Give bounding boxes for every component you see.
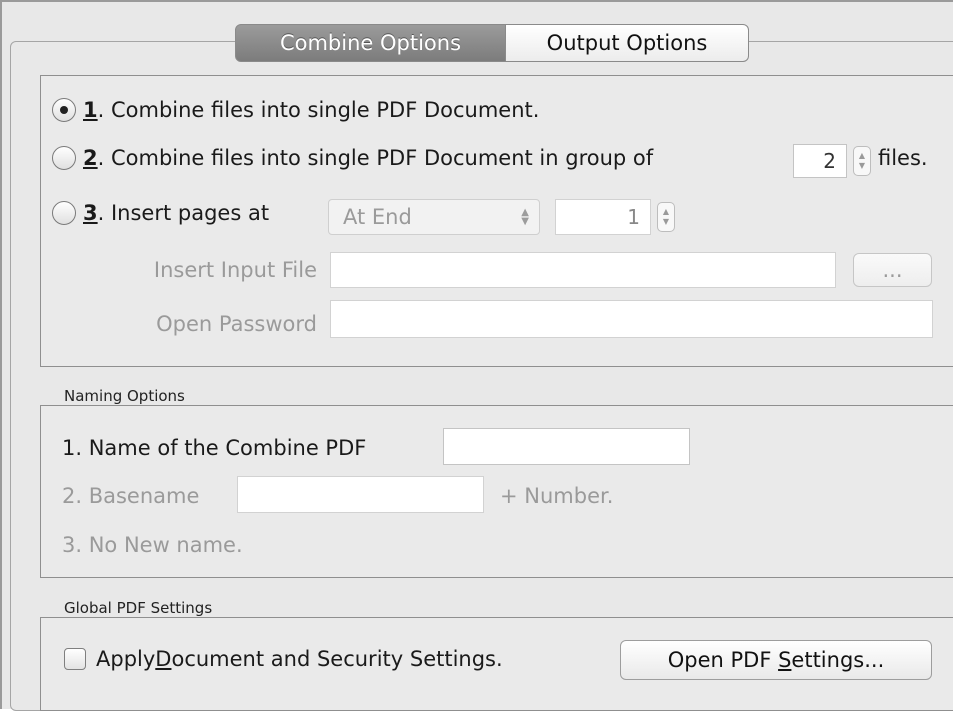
tab-combine-options[interactable]: Combine Options bbox=[235, 24, 506, 62]
insert-position-value: At End bbox=[343, 205, 412, 229]
select-arrows-icon: ▲ ▼ bbox=[521, 207, 529, 227]
option-label: . Insert pages at bbox=[97, 201, 270, 225]
combine-option-3[interactable]: 3. Insert pages at bbox=[52, 201, 269, 225]
option-label: . Combine files into single PDF Document… bbox=[97, 146, 654, 170]
browse-file-button[interactable]: ... bbox=[853, 253, 932, 287]
group-count-field[interactable]: 2 bbox=[793, 144, 847, 178]
combine-option-1[interactable]: 1. Combine files into single PDF Documen… bbox=[52, 98, 539, 122]
insert-position-select[interactable]: At End ▲ ▼ bbox=[328, 199, 540, 235]
combine-pdf-name-field[interactable] bbox=[443, 428, 690, 465]
open-password-field[interactable] bbox=[330, 300, 933, 338]
apply-settings-checkbox-row[interactable]: Apply Document and Security Settings. bbox=[64, 647, 503, 671]
combine-dialog: Combine Options Output Options 1. Combin… bbox=[0, 0, 953, 711]
combine-option-2[interactable]: 2. Combine files into single PDF Documen… bbox=[52, 146, 653, 170]
option-number: 3 bbox=[83, 201, 98, 225]
apply-settings-checkbox[interactable] bbox=[64, 648, 86, 670]
naming-option-2-label: 2. Basename bbox=[62, 484, 200, 508]
open-pdf-settings-button[interactable]: Open PDF Settings... bbox=[620, 640, 932, 680]
basename-field[interactable] bbox=[237, 476, 484, 513]
naming-option-3[interactable]: 3. No New name. bbox=[62, 533, 243, 557]
naming-option-1[interactable]: 1. Name of the Combine PDF bbox=[62, 436, 366, 460]
insert-input-file-label: Insert Input File bbox=[153, 258, 317, 282]
files-suffix-label: files. bbox=[878, 146, 928, 170]
tab-bar: Combine Options Output Options bbox=[235, 24, 749, 62]
button-label-key: S bbox=[778, 648, 792, 672]
insert-input-file-field[interactable] bbox=[330, 252, 836, 288]
tab-output-options[interactable]: Output Options bbox=[506, 24, 749, 62]
insert-page-field[interactable]: 1 bbox=[555, 199, 651, 235]
naming-options-title: Naming Options bbox=[62, 387, 187, 405]
naming-option-1-label: 1. Name of the Combine PDF bbox=[62, 436, 367, 460]
stepper-up-icon: ▲ bbox=[858, 151, 866, 160]
basename-suffix-label: + Number. bbox=[500, 484, 614, 508]
radio-combine-single[interactable] bbox=[52, 98, 76, 122]
checkbox-label-post: ocument and Security Settings. bbox=[171, 647, 503, 671]
stepper-down-icon: ▼ bbox=[858, 161, 866, 170]
checkbox-label-pre: Apply bbox=[96, 647, 156, 671]
group-count-stepper[interactable]: ▲ ▼ bbox=[853, 146, 871, 176]
option-label: . Combine files into single PDF Document… bbox=[97, 98, 540, 122]
option-number: 1 bbox=[83, 98, 98, 122]
insert-page-stepper[interactable]: ▲ ▼ bbox=[657, 202, 675, 232]
checkbox-label-key: D bbox=[155, 647, 172, 671]
radio-dot bbox=[60, 106, 68, 114]
radio-combine-group[interactable] bbox=[52, 146, 76, 170]
stepper-down-icon: ▼ bbox=[662, 217, 670, 226]
files-suffix: files. bbox=[878, 146, 928, 170]
button-label-pre: Open PDF bbox=[667, 648, 779, 672]
naming-option-3-label: 3. No New name. bbox=[62, 533, 243, 557]
radio-insert-pages[interactable] bbox=[52, 201, 76, 225]
option-number: 2 bbox=[83, 146, 98, 170]
open-password-label: Open Password bbox=[156, 312, 317, 336]
basename-suffix: + Number. bbox=[500, 484, 613, 508]
stepper-up-icon: ▲ bbox=[662, 207, 670, 216]
global-pdf-settings-title: Global PDF Settings bbox=[62, 599, 215, 617]
button-label-post: ettings... bbox=[791, 648, 885, 672]
naming-option-2[interactable]: 2. Basename bbox=[62, 484, 199, 508]
